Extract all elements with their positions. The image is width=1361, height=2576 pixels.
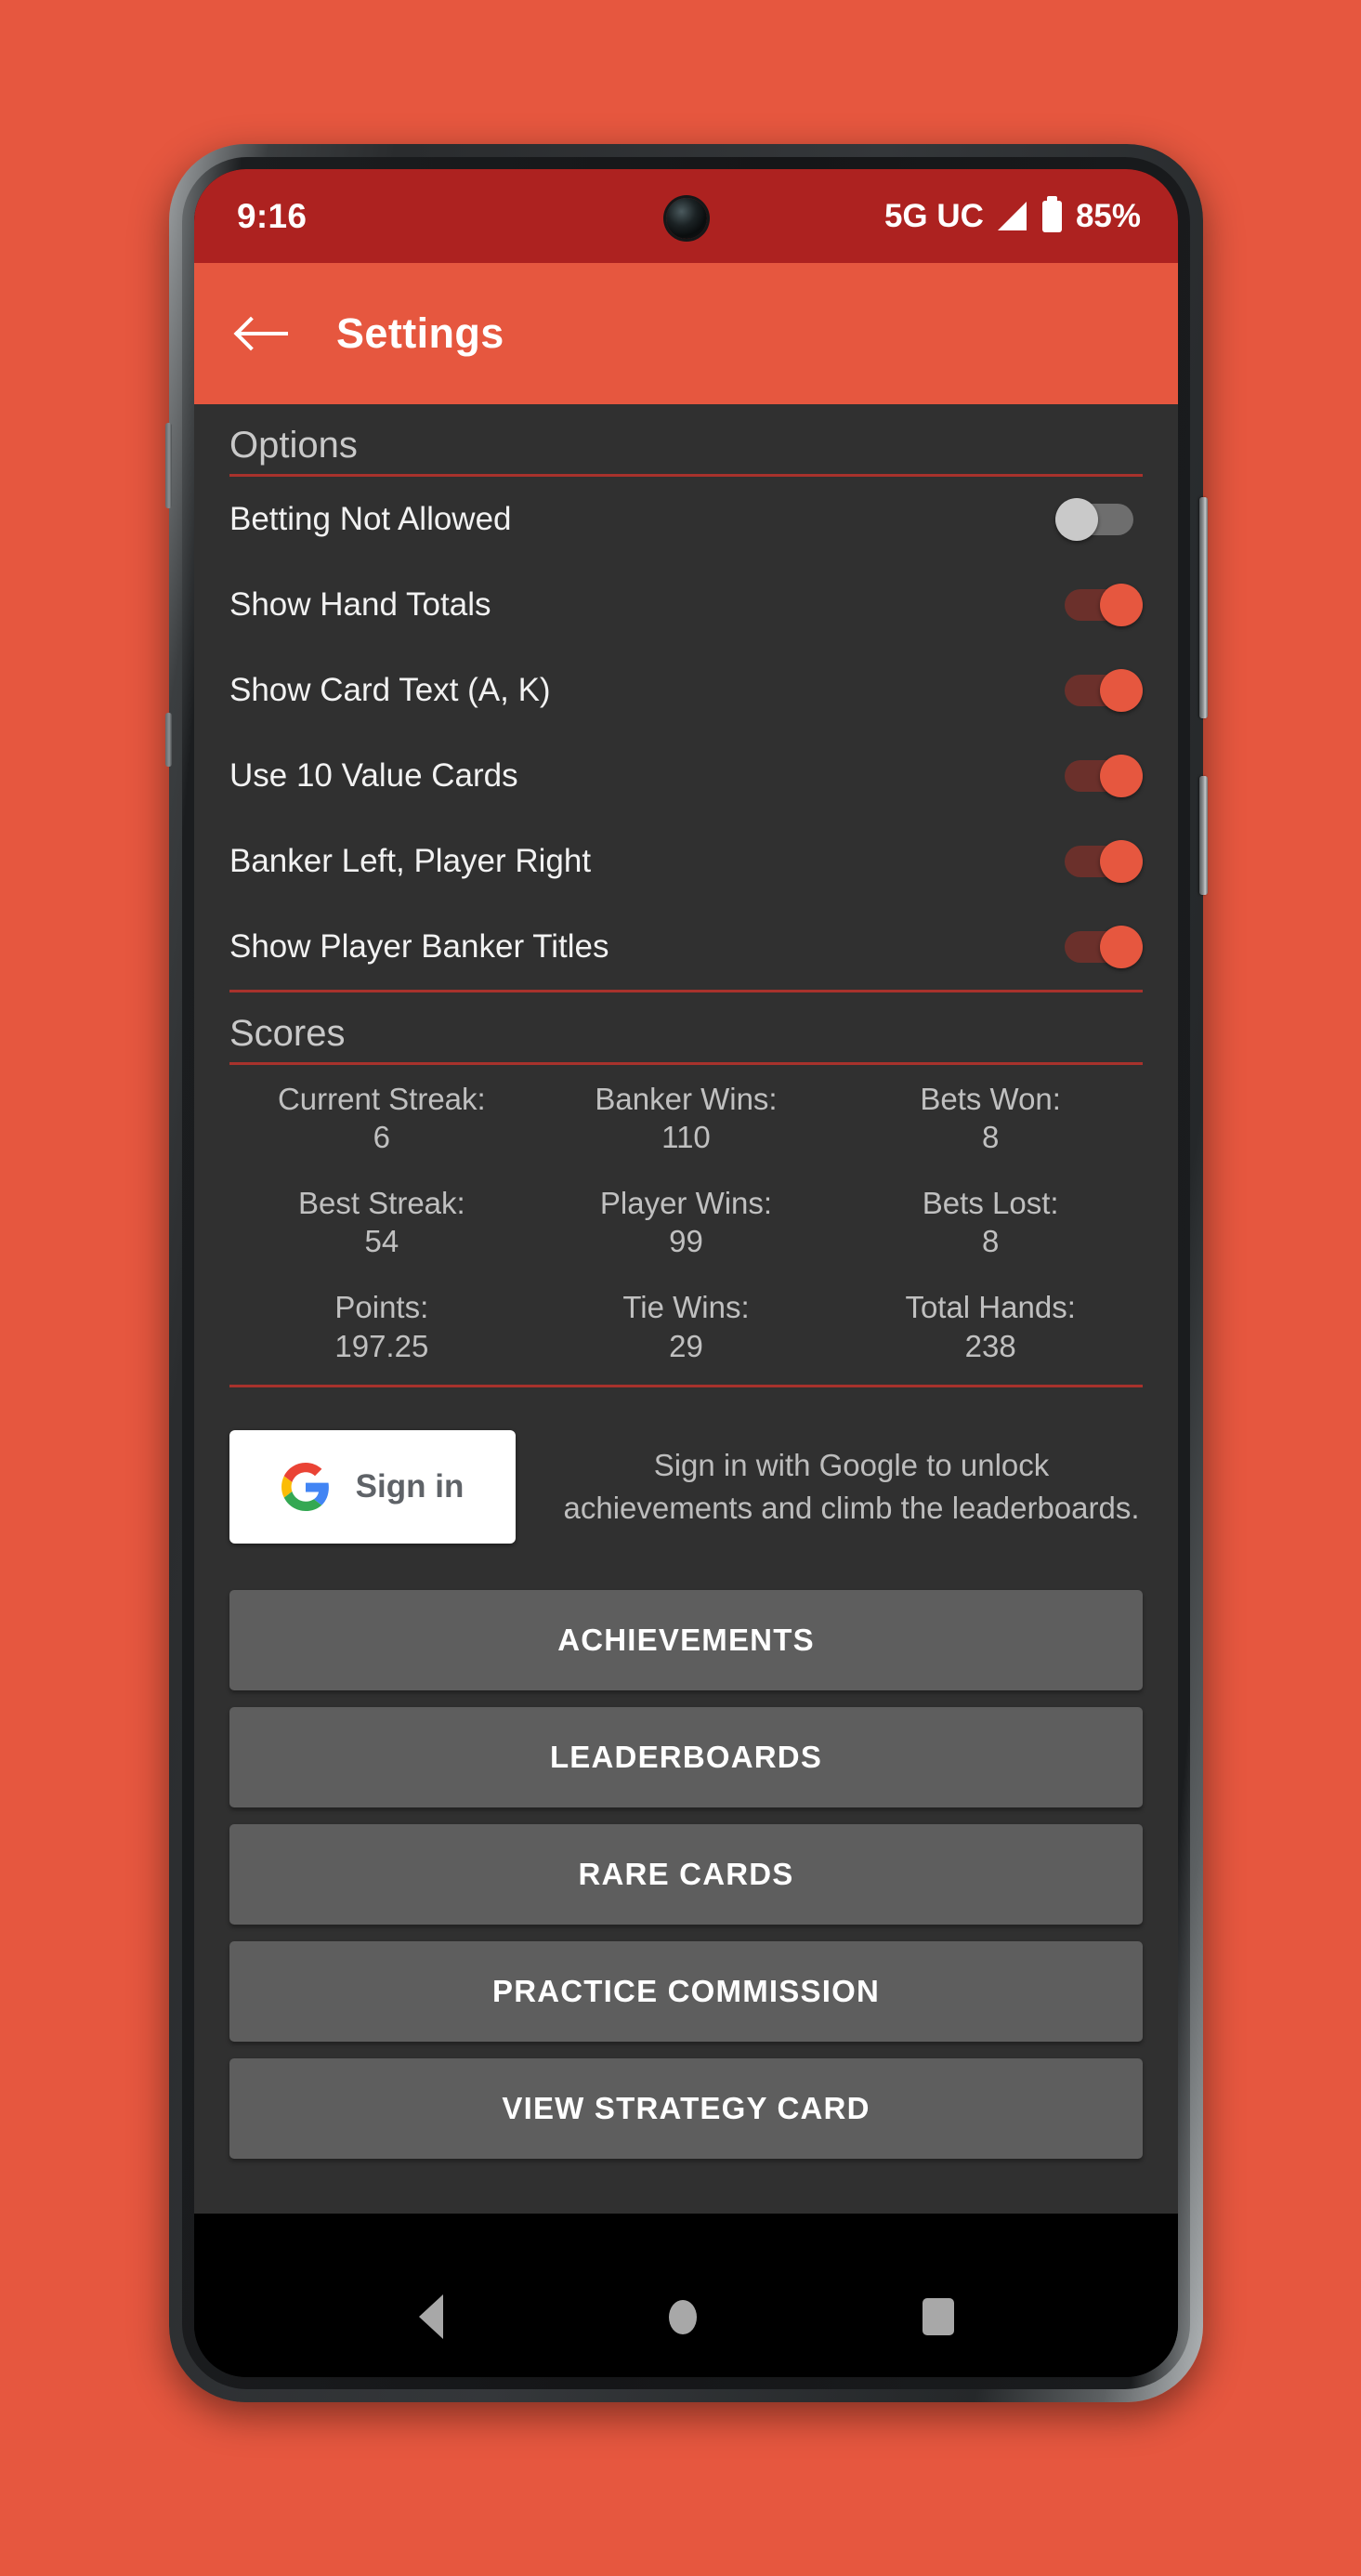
score-label: Points: xyxy=(334,1290,429,1325)
toggle-show-hand-totals[interactable] xyxy=(1055,584,1143,626)
status-indicators: 5G UC 85% xyxy=(883,195,1141,235)
score-cell-bets-won: Bets Won: 8 xyxy=(838,1071,1143,1167)
toggle-knob xyxy=(1100,755,1143,797)
google-g-icon xyxy=(281,1463,329,1512)
scores-grid: Current Streak: 6 Banker Wins: 110 Bets … xyxy=(194,1065,1178,1385)
toggle-use-10-value-cards[interactable] xyxy=(1055,755,1143,797)
achievements-button[interactable]: ACHIEVEMENTS xyxy=(229,1590,1143,1691)
score-cell-points: Points: 197.25 xyxy=(229,1279,534,1375)
settings-content: Options Betting Not Allowed Show Hand To… xyxy=(194,404,1178,2214)
toggle-knob xyxy=(1100,669,1143,712)
battery-icon xyxy=(1041,195,1062,232)
google-signin-block: Sign in Sign in with Google to unlock ac… xyxy=(194,1387,1178,1583)
toggle-show-card-text[interactable] xyxy=(1055,669,1143,712)
power-button[interactable] xyxy=(1199,776,1208,895)
score-cell-player-wins: Player Wins: 99 xyxy=(534,1175,839,1271)
score-value: 54 xyxy=(364,1224,399,1259)
nav-home-circle-icon[interactable] xyxy=(668,2299,697,2334)
score-value: 8 xyxy=(981,1120,1000,1155)
score-cell-bets-lost: Bets Lost: 8 xyxy=(838,1175,1143,1271)
button-label: ACHIEVEMENTS xyxy=(557,1623,815,1658)
score-label: Banker Wins: xyxy=(595,1082,778,1116)
signal-bars-icon xyxy=(997,202,1027,230)
volume-rocker-button[interactable] xyxy=(1199,497,1208,718)
option-label: Betting Not Allowed xyxy=(229,501,512,537)
back-arrow-icon[interactable] xyxy=(238,315,288,352)
button-label: LEADERBOARDS xyxy=(549,1740,823,1775)
phone-screen: 9:16 5G UC 85% Settings Options Betting … xyxy=(194,169,1178,2377)
nav-recents-square-icon[interactable] xyxy=(922,2298,954,2335)
option-row-use-10-value-cards[interactable]: Use 10 Value Cards xyxy=(194,733,1178,819)
score-value: 29 xyxy=(669,1328,703,1363)
battery-percent-label: 85% xyxy=(1075,197,1141,234)
toggle-knob xyxy=(1055,498,1098,541)
toggle-banker-left-player-right[interactable] xyxy=(1055,840,1143,883)
status-bar: 9:16 5G UC 85% xyxy=(194,169,1178,263)
practice-commission-button[interactable]: PRACTICE COMMISSION xyxy=(229,1941,1143,2043)
action-buttons-list: ACHIEVEMENTS LEADERBOARDS RARE CARDS PRA… xyxy=(194,1583,1178,2160)
toggle-betting-not-allowed[interactable] xyxy=(1055,498,1143,541)
score-cell-current-streak: Current Streak: 6 xyxy=(229,1071,534,1167)
option-label: Show Hand Totals xyxy=(229,586,491,623)
google-sign-in-label: Sign in xyxy=(355,1468,465,1505)
status-time: 9:16 xyxy=(237,196,308,235)
scores-section-header: Scores xyxy=(229,1013,346,1054)
score-label: Tie Wins: xyxy=(622,1290,750,1325)
network-label: 5G UC xyxy=(883,197,984,234)
rare-cards-button[interactable]: RARE CARDS xyxy=(229,1824,1143,1925)
phone-frame: 9:16 5G UC 85% Settings Options Betting … xyxy=(165,144,1208,2402)
toggle-show-player-banker-titles[interactable] xyxy=(1055,926,1143,968)
option-label: Show Card Text (A, K) xyxy=(229,672,551,708)
score-cell-total-hands: Total Hands: 238 xyxy=(838,1279,1143,1375)
nav-back-triangle-icon[interactable] xyxy=(418,2294,443,2339)
score-value: 197.25 xyxy=(334,1328,429,1363)
app-bar: Settings xyxy=(194,263,1178,404)
score-label: Bets Won: xyxy=(920,1082,1061,1116)
option-label: Use 10 Value Cards xyxy=(229,757,518,794)
options-list: Betting Not Allowed Show Hand Totals Sho… xyxy=(194,477,1178,990)
option-row-betting-not-allowed[interactable]: Betting Not Allowed xyxy=(194,477,1178,562)
score-label: Current Streak: xyxy=(277,1082,486,1116)
left-edge-button-upper[interactable] xyxy=(165,423,172,508)
score-label: Player Wins: xyxy=(599,1186,773,1221)
front-camera-icon xyxy=(665,198,707,239)
score-label: Total Hands: xyxy=(905,1290,1076,1325)
toggle-knob xyxy=(1100,584,1143,626)
score-value: 110 xyxy=(661,1120,711,1155)
option-label: Show Player Banker Titles xyxy=(229,928,609,965)
toggle-knob xyxy=(1100,840,1143,883)
view-strategy-card-button[interactable]: VIEW STRATEGY CARD xyxy=(229,2058,1143,2160)
score-value: 238 xyxy=(964,1328,1016,1363)
score-value: 6 xyxy=(373,1120,390,1155)
score-value: 99 xyxy=(669,1224,703,1259)
left-edge-button-lower[interactable] xyxy=(165,713,172,767)
google-sign-in-button[interactable]: Sign in xyxy=(229,1430,516,1544)
button-label: PRACTICE COMMISSION xyxy=(492,1974,880,2009)
google-signin-description: Sign in with Google to unlock achievemen… xyxy=(563,1447,1140,1526)
toggle-knob xyxy=(1100,926,1143,968)
score-label: Best Streak: xyxy=(297,1186,465,1221)
option-label: Banker Left, Player Right xyxy=(229,843,592,879)
score-cell-best-streak: Best Streak: 54 xyxy=(229,1175,534,1271)
option-row-show-player-banker-titles[interactable]: Show Player Banker Titles xyxy=(194,904,1178,990)
options-section-header: Options xyxy=(229,425,358,466)
score-label: Bets Lost: xyxy=(922,1186,1059,1221)
option-row-show-card-text[interactable]: Show Card Text (A, K) xyxy=(194,648,1178,733)
score-cell-tie-wins: Tie Wins: 29 xyxy=(534,1279,839,1375)
button-label: VIEW STRATEGY CARD xyxy=(502,2091,870,2126)
page-title: Settings xyxy=(336,309,504,357)
option-row-banker-left-player-right[interactable]: Banker Left, Player Right xyxy=(194,819,1178,904)
score-value: 8 xyxy=(981,1224,1000,1259)
leaderboards-button[interactable]: LEADERBOARDS xyxy=(229,1707,1143,1808)
button-label: RARE CARDS xyxy=(578,1857,794,1892)
score-cell-banker-wins: Banker Wins: 110 xyxy=(534,1071,839,1167)
android-navigation-bar xyxy=(194,2256,1178,2377)
option-row-show-hand-totals[interactable]: Show Hand Totals xyxy=(194,562,1178,648)
